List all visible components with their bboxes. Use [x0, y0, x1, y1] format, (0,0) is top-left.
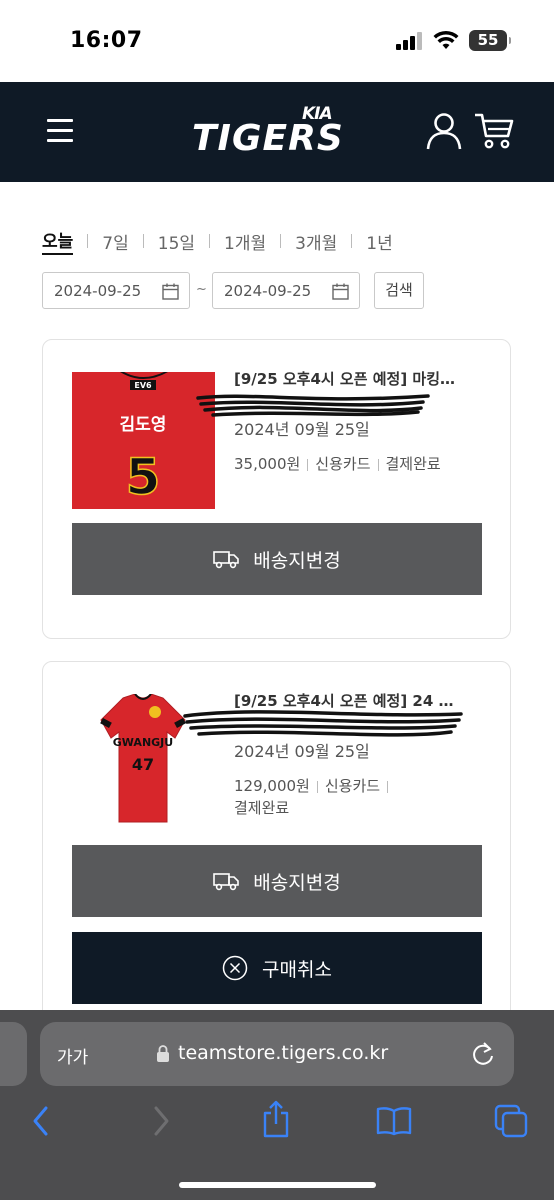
previous-tab-peek[interactable]: [0, 1022, 27, 1086]
change-address-label: 배송지변경: [253, 871, 341, 894]
truck-icon: [213, 873, 240, 891]
thumb-player-name: 김도영: [120, 415, 167, 435]
bookmarks-icon[interactable]: [376, 1106, 412, 1136]
order-card: EV6 김도영 5 [9/25 오후4시 오픈 예정] 마킹… 2024년 09…: [42, 339, 511, 639]
order-date: 2024년 09월 25일: [234, 420, 370, 439]
truck-icon: [213, 551, 240, 569]
calendar-icon[interactable]: [162, 283, 179, 300]
menu-icon[interactable]: [47, 119, 73, 143]
cart-icon[interactable]: [474, 112, 514, 150]
redaction-scribble: [183, 710, 463, 737]
product-title[interactable]: [9/25 오후4시 오픈 예정] 마킹…: [234, 368, 489, 389]
order-info: 129,000원 신용카드 결제완료: [234, 775, 434, 819]
url-text[interactable]: teamstore.tigers.co.kr: [178, 1042, 388, 1064]
svg-text:EV6: EV6: [134, 381, 152, 390]
period-filter: 오늘 7일 15일 1개월 3개월 1년: [42, 227, 393, 255]
user-icon[interactable]: [426, 112, 462, 150]
cellular-signal-icon: [396, 32, 424, 50]
share-icon[interactable]: [261, 1100, 291, 1138]
site-header: KIA TIGERS: [0, 82, 554, 182]
divider: [142, 234, 144, 248]
order-status: 결제완료: [385, 455, 441, 473]
battery-icon: 55: [469, 30, 511, 51]
period-today[interactable]: 오늘: [42, 227, 74, 255]
product-thumbnail[interactable]: GWANGJU 47: [95, 694, 191, 826]
end-date-value: 2024-09-25: [224, 282, 312, 300]
thumb-city-text: GWANGJU: [113, 736, 173, 749]
forward-icon[interactable]: [150, 1104, 172, 1138]
tabs-icon[interactable]: [494, 1104, 528, 1138]
lock-icon: [157, 1045, 169, 1062]
date-range-separator: ~: [196, 282, 207, 297]
payment-method: 신용카드: [315, 455, 371, 473]
back-icon[interactable]: [30, 1104, 52, 1138]
period-1month[interactable]: 1개월: [224, 229, 266, 254]
change-address-button[interactable]: 배송지변경: [72, 523, 482, 595]
cancel-order-label: 구매취소: [262, 958, 332, 981]
divider: [351, 234, 353, 248]
order-price: 35,000원: [234, 455, 301, 473]
thumb-player-number: 5: [126, 448, 161, 506]
cancel-order-button[interactable]: 구매취소: [72, 932, 482, 1004]
search-button[interactable]: 검색: [374, 272, 424, 309]
address-bar[interactable]: 가가 teamstore.tigers.co.kr: [40, 1022, 514, 1086]
order-info: 35,000원 신용카드 결제완료: [234, 453, 489, 475]
period-7days[interactable]: 7일: [102, 229, 128, 254]
payment-method: 신용카드: [324, 777, 381, 795]
thumb-player-number: 47: [132, 755, 154, 774]
end-date-field[interactable]: 2024-09-25: [212, 272, 360, 309]
start-date-value: 2024-09-25: [54, 282, 142, 300]
status-time: 16:07: [70, 28, 143, 53]
period-1year[interactable]: 1년: [366, 229, 392, 254]
change-address-button[interactable]: 배송지변경: [72, 845, 482, 917]
order-date: 2024년 09월 25일: [234, 742, 370, 761]
order-card: GWANGJU 47 [9/25 오후4시 오픈 예정] 24 … 2024년 …: [42, 661, 511, 1041]
page-settings-button[interactable]: 가가: [57, 1043, 88, 1068]
wifi-icon: [433, 30, 459, 49]
order-price: 129,000원: [234, 777, 310, 795]
divider: [280, 234, 282, 248]
period-3months[interactable]: 3개월: [295, 229, 337, 254]
start-date-field[interactable]: 2024-09-25: [42, 272, 190, 309]
calendar-icon[interactable]: [332, 283, 349, 300]
logo-tigers-text: TIGERS: [192, 118, 344, 159]
order-status: 결제완료: [234, 799, 290, 817]
change-address-label: 배송지변경: [253, 549, 341, 572]
tigers-logo[interactable]: KIA TIGERS: [190, 104, 360, 164]
close-circle-icon: [222, 955, 248, 981]
divider: [209, 234, 211, 248]
home-indicator: [179, 1182, 376, 1188]
reload-icon[interactable]: [470, 1041, 496, 1067]
status-bar: 16:07 55: [0, 0, 554, 82]
divider: [87, 234, 89, 248]
period-15days[interactable]: 15일: [158, 229, 195, 254]
